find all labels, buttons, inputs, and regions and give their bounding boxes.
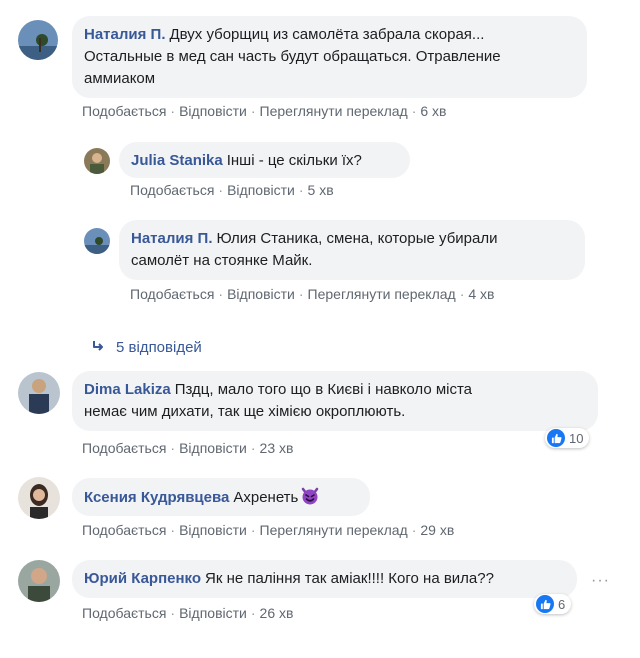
more-options-icon[interactable]: ···	[591, 572, 610, 590]
reply-link[interactable]: Відповісти	[179, 440, 247, 456]
timestamp[interactable]: 26 хв	[260, 605, 294, 621]
avatar[interactable]	[84, 148, 110, 174]
comment-actions: Подобається · Відповісти · 23 хв	[82, 440, 294, 456]
avatar-image-icon	[84, 228, 110, 254]
comment-bubble: Julia Stanika Інші - це скільки їх?	[119, 142, 410, 178]
comment-text: Інші - це скільки їх?	[226, 152, 362, 169]
reaction-number: 6	[558, 596, 566, 612]
comment-text: Ахренеть	[233, 489, 299, 506]
like-link[interactable]: Подобається	[130, 182, 214, 198]
comment-author[interactable]: Ксения Кудрявцева	[84, 489, 229, 506]
avatar[interactable]	[18, 560, 60, 602]
comment-actions: Подобається · Відповісти · Переглянути перек…	[82, 522, 455, 538]
reply-link[interactable]: Відповісти	[179, 522, 247, 538]
avatar-image-icon	[18, 477, 60, 519]
view-replies-link[interactable]: 5 відповідей	[92, 339, 202, 356]
comment-author[interactable]: Julia Stanika	[131, 152, 223, 169]
comment-actions: Подобається · Відповісти · 26 хв	[82, 605, 294, 621]
timestamp[interactable]: 5 хв	[308, 182, 334, 198]
avatar[interactable]	[18, 372, 60, 414]
reaction-count[interactable]: 6	[534, 594, 572, 614]
comment-bubble: Юрий Карпенко Як не паління так аміак!!!!…	[72, 560, 577, 598]
avatar-image-icon	[84, 148, 110, 174]
comment-actions: Подобається · Відповісти · Переглянути перек…	[130, 286, 495, 302]
comment-author[interactable]: Dima Lakiza	[84, 381, 171, 398]
see-translation-link[interactable]: Переглянути переклад	[260, 103, 408, 119]
timestamp[interactable]: 4 хв	[468, 286, 494, 302]
avatar[interactable]	[18, 477, 60, 519]
avatar-image-icon	[18, 560, 60, 602]
timestamp[interactable]: 23 хв	[260, 440, 294, 456]
comment-text: Юлия Станика, смена, которые убирали	[216, 230, 498, 247]
comment-author[interactable]: Юрий Карпенко	[84, 570, 201, 587]
comment-text: Остальные в мед сан часть будут обращать…	[84, 48, 501, 65]
avatar[interactable]	[18, 20, 58, 60]
avatar-image-icon	[18, 20, 58, 60]
comment-text: Двух уборщиц из самолёта забрала скорая.…	[169, 26, 485, 43]
see-translation-link[interactable]: Переглянути переклад	[308, 286, 456, 302]
reply-link[interactable]: Відповісти	[227, 182, 295, 198]
comment-text: аммиаком	[84, 70, 156, 87]
comment-author[interactable]: Наталия П.	[131, 230, 212, 247]
like-link[interactable]: Подобається	[82, 440, 166, 456]
comment-bubble: Dima Lakiza Пздц, мало того що в Києві і …	[72, 371, 598, 431]
comment-text: Як не паління так аміак!!!! Кого на вила…	[205, 570, 494, 587]
comment-thread-top: Наталия П. Двух уборщиц из самолёта забра…	[0, 0, 640, 318]
reply-link[interactable]: Відповісти	[227, 286, 295, 302]
reply-arrow-icon	[92, 339, 106, 356]
comment-actions: Подобається · Відповісти · Переглянути перек…	[82, 103, 447, 119]
like-link[interactable]: Подобається	[82, 522, 166, 538]
see-translation-link[interactable]: Переглянути переклад	[260, 522, 408, 538]
reaction-count[interactable]: 10	[545, 428, 590, 448]
like-link[interactable]: Подобається	[82, 103, 166, 119]
like-link[interactable]: Подобається	[130, 286, 214, 302]
comment-bubble: Наталия П. Юлия Станика, смена, которые у…	[119, 220, 585, 280]
reply-link[interactable]: Відповісти	[179, 103, 247, 119]
comment-text: Пздц, мало того що в Києві і навколо міс…	[174, 381, 473, 398]
avatar-image-icon	[18, 372, 60, 414]
devil-emoji-icon	[300, 486, 320, 506]
comment-text: самолёт на стоянке Майк.	[131, 252, 313, 269]
comment-bubble: Ксения Кудрявцева Ахренеть	[72, 478, 370, 516]
comment-author[interactable]: Наталия П.	[84, 26, 165, 43]
comment-actions: Подобається · Відповісти · 5 хв	[130, 182, 334, 198]
like-icon	[536, 595, 554, 613]
like-icon	[547, 429, 565, 447]
timestamp[interactable]: 29 хв	[420, 522, 454, 538]
reply-link[interactable]: Відповісти	[179, 605, 247, 621]
timestamp[interactable]: 6 хв	[420, 103, 446, 119]
comment-bubble: Наталия П. Двух уборщиц из самолёта забра…	[72, 16, 587, 98]
replies-count: 5 відповідей	[116, 339, 202, 356]
like-link[interactable]: Подобається	[82, 605, 166, 621]
comment-text: немає чим дихати, так ще хімією окроплюю…	[84, 403, 406, 420]
screenshot-divider	[0, 318, 640, 330]
avatar[interactable]	[84, 228, 110, 254]
reaction-number: 10	[569, 430, 584, 446]
